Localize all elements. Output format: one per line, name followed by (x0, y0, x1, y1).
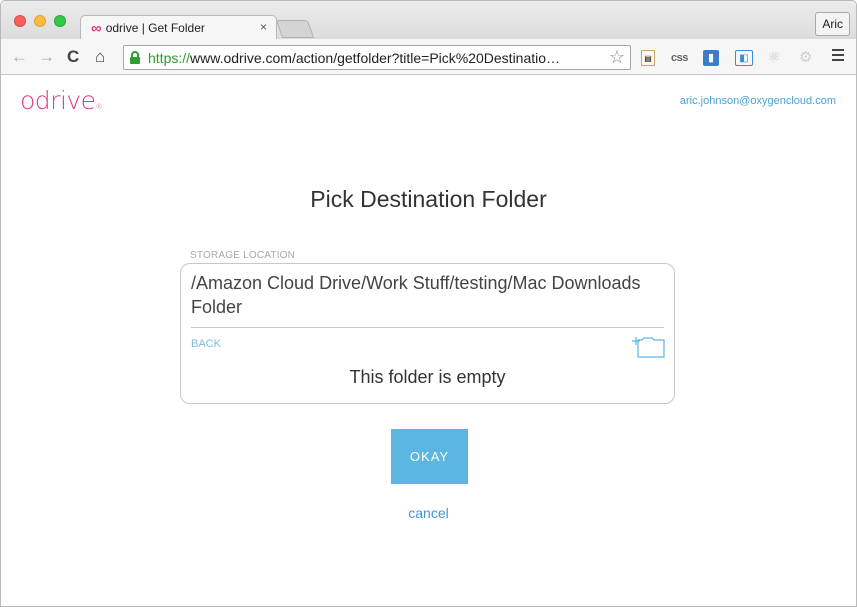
new-tab-button[interactable] (275, 20, 315, 38)
logo-mark: ® (95, 103, 103, 111)
new-folder-icon[interactable] (630, 334, 666, 358)
url-scheme: https:// (148, 50, 191, 66)
back-link[interactable]: BACK (191, 338, 221, 350)
url-rest: www.odrive.com/action/getfolder?title=Pi… (190, 50, 561, 66)
home-icon[interactable]: ⌂ (95, 47, 105, 67)
minimize-window-button[interactable] (34, 15, 46, 27)
url-text[interactable]: https://www.odrive.com/action/getfolder?… (148, 50, 598, 66)
reload-icon[interactable]: C (67, 47, 79, 67)
odrive-logo[interactable]: odrive® (20, 86, 103, 115)
close-window-button[interactable] (14, 15, 26, 27)
page-content: odrive® aric.johnson@oxygencloud.com Pic… (1, 76, 856, 606)
tab-strip: ∞ odrive | Get Folder × Aric (1, 1, 856, 40)
zoom-window-button[interactable] (54, 15, 66, 27)
cancel-link-text[interactable]: cancel (408, 505, 448, 521)
address-bar[interactable]: https://www.odrive.com/action/getfolder?… (123, 45, 631, 70)
tab-odrive-get-folder[interactable]: ∞ odrive | Get Folder × (80, 15, 277, 40)
logo-text: odrive (20, 86, 96, 115)
css-extension-icon[interactable]: css (671, 50, 688, 66)
bookmark-star-icon[interactable]: ☆ (609, 47, 625, 68)
tab-title: odrive | Get Folder (105, 21, 205, 35)
gear-extension-icon[interactable]: ⚙ (799, 50, 812, 66)
tab-close-icon[interactable]: × (260, 20, 267, 34)
folder-picker: /Amazon Cloud Drive/Work Stuff/testing/M… (180, 263, 675, 404)
browser-window: ∞ odrive | Get Folder × Aric ← → C ⌂ htt… (0, 0, 857, 607)
hamburger-menu-icon[interactable] (832, 49, 844, 64)
profile-button[interactable]: Aric (815, 12, 850, 36)
tag-extension-icon[interactable]: ◧ (735, 50, 753, 66)
empty-folder-message: This folder is empty (349, 367, 506, 387)
react-extension-icon[interactable]: ⚛ (767, 50, 780, 66)
okay-button[interactable]: OKAY (391, 429, 468, 484)
cancel-link: cancel (1, 505, 856, 521)
calendar-extension-icon[interactable]: ▤ (641, 50, 655, 66)
back-arrow-icon[interactable]: ← (11, 47, 28, 67)
current-path: /Amazon Cloud Drive/Work Stuff/testing/M… (191, 273, 641, 317)
device-extension-icon[interactable]: ▮ (703, 50, 719, 66)
page-title: Pick Destination Folder (310, 186, 547, 212)
lock-icon (130, 51, 140, 64)
storage-location-label: STORAGE LOCATION (190, 250, 296, 261)
browser-toolbar: ← → C ⌂ https://www.odrive.com/action/ge… (1, 39, 856, 75)
user-email-link[interactable]: aric.johnson@oxygencloud.com (680, 95, 836, 107)
odrive-favicon-icon: ∞ (91, 19, 102, 37)
divider (191, 327, 664, 328)
forward-arrow-icon[interactable]: → (38, 47, 55, 67)
